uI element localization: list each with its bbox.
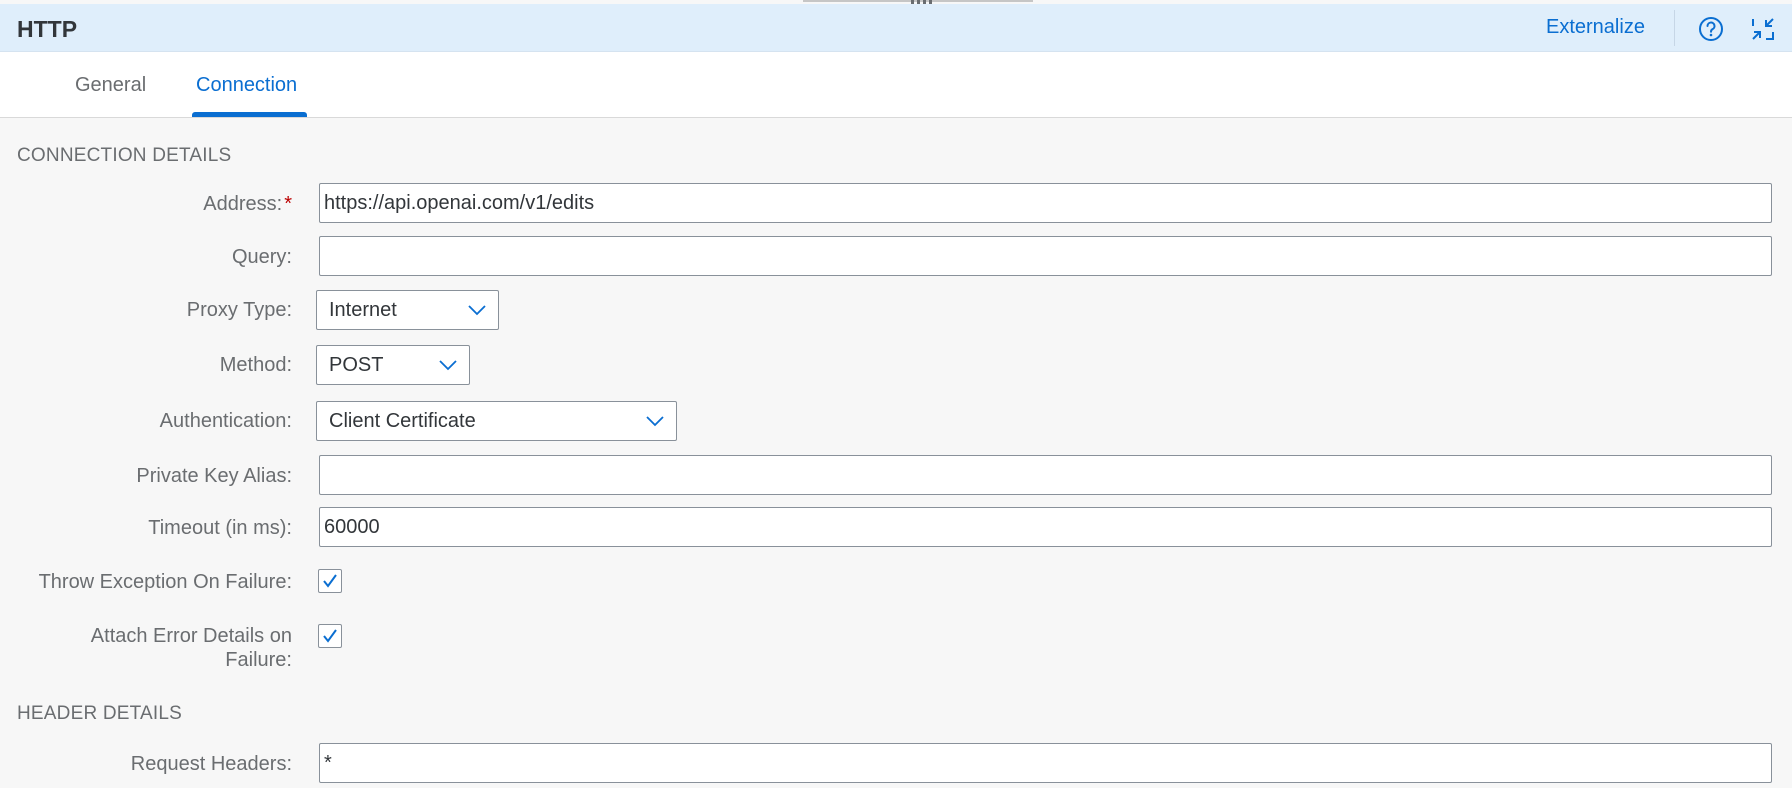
externalize-button[interactable]: Externalize [1546,16,1645,39]
tab-connection[interactable]: Connection [196,74,297,97]
attach-error-details-checkbox[interactable] [318,624,342,648]
tab-bar: General Connection [0,52,1792,118]
checkmark-icon [323,574,337,588]
authentication-select[interactable]: Client Certificate [316,401,677,441]
attach-error-details-label-line2: Failure: [225,649,292,671]
section-title-connection-details: CONNECTION DETAILS [17,145,232,166]
active-tab-indicator [192,112,307,117]
throw-exception-label: Throw Exception On Failure: [38,571,292,593]
authentication-value: Client Certificate [329,410,476,432]
request-headers-label: Request Headers: [130,753,292,775]
method-value: POST [329,354,384,376]
help-circle-icon [1699,17,1723,41]
section-title-header-details: HEADER DETAILS [17,703,183,724]
attach-error-details-label: Attach Error Details on Failure: [91,624,292,672]
attach-error-details-label-line1: Attach Error Details on [90,625,292,647]
authentication-label: Authentication: [159,410,292,432]
proxy-type-label: Proxy Type: [186,299,292,321]
address-label-text: Address: [203,193,283,215]
exit-fullscreen-button[interactable] [1748,14,1778,44]
exit-fullscreen-icon [1752,18,1774,40]
timeout-input[interactable]: 60000 [319,507,1772,547]
address-input[interactable]: https://api.openai.com/v1/edits [319,183,1772,223]
chevron-down-icon [468,305,486,316]
header-separator [1674,10,1675,46]
proxy-type-value: Internet [329,299,397,321]
timeout-label: Timeout (in ms): [148,517,292,539]
private-key-alias-label: Private Key Alias: [136,465,292,487]
method-select[interactable]: POST [316,345,470,385]
chevron-down-icon [439,360,457,371]
chevron-down-icon [646,416,664,427]
tab-general[interactable]: General [75,74,146,97]
address-label: Address: * [203,192,292,216]
proxy-type-select[interactable]: Internet [316,290,499,330]
private-key-alias-input[interactable] [319,455,1772,495]
help-button[interactable] [1696,14,1726,44]
panel-title: HTTP [17,16,78,42]
method-label: Method: [219,354,292,376]
query-label: Query: [231,246,292,268]
panel-header: HTTP Externalize [0,4,1792,52]
throw-exception-checkbox[interactable] [318,569,342,593]
request-headers-input[interactable]: * [319,743,1772,783]
query-input[interactable] [319,236,1772,276]
required-mark: * [284,193,292,215]
checkmark-icon [323,629,337,643]
